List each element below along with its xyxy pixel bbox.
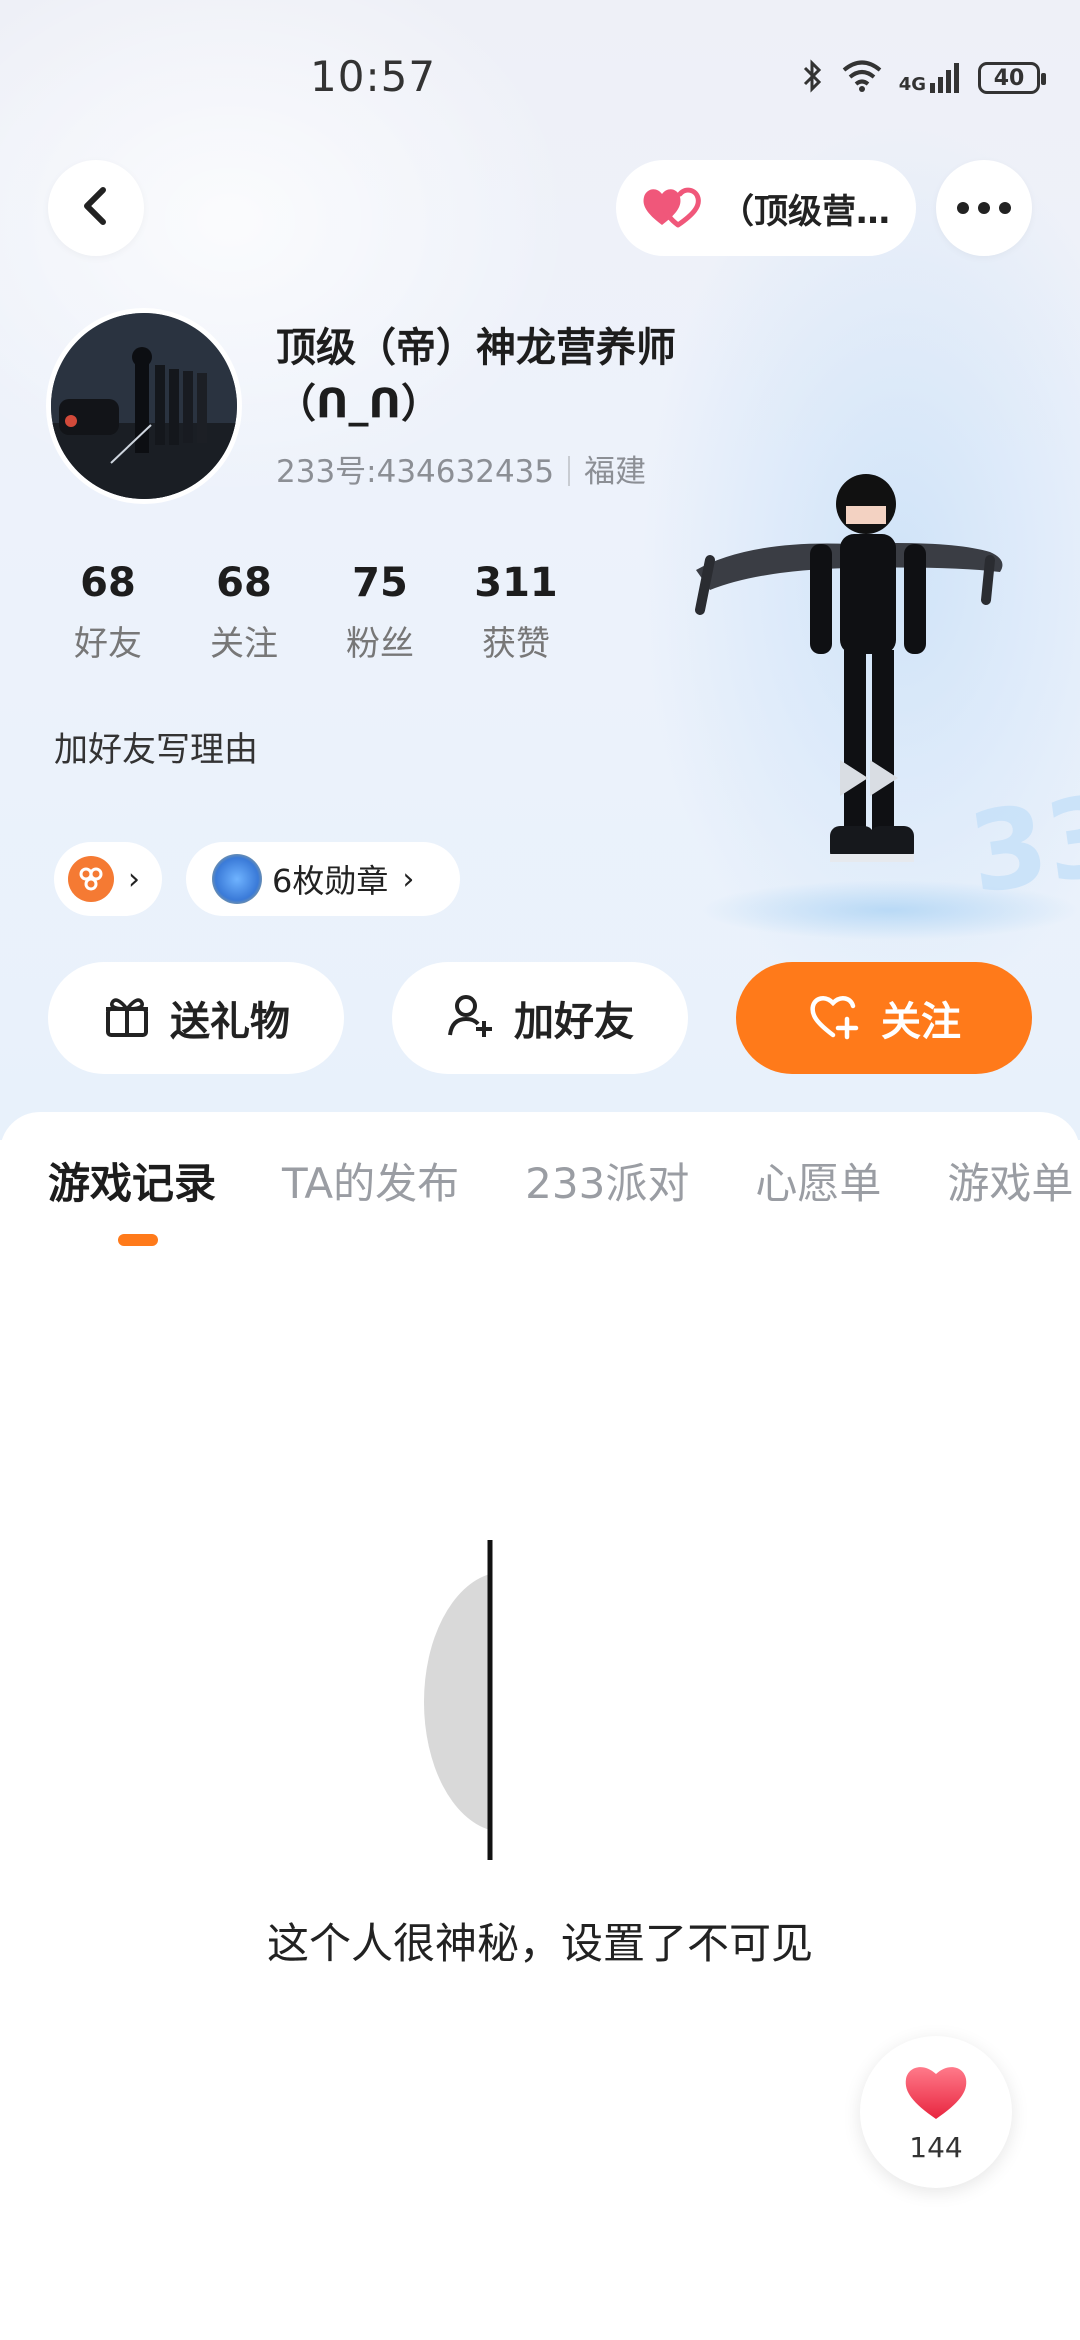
location: 福建 xyxy=(584,454,647,490)
companion-pill-button[interactable]: （顶级营… xyxy=(616,160,916,256)
battery-level: 40 xyxy=(993,65,1025,91)
more-dots-icon xyxy=(957,202,1011,214)
stat-value: 68 xyxy=(216,560,272,606)
companion-pill-label: （顶级营… xyxy=(720,191,890,232)
heart-icon xyxy=(901,2061,971,2127)
gift-icon xyxy=(102,991,152,1045)
tab-game-list[interactable]: 游戏单 xyxy=(947,1150,1073,1211)
user-id[interactable]: 233号:434632435 xyxy=(276,454,554,490)
profile-bio: 加好友写理由 xyxy=(54,730,258,770)
status-time: 10:57 xyxy=(310,52,437,101)
tab-game-records[interactable]: 游戏记录 xyxy=(48,1150,216,1211)
network-type-label: 4G xyxy=(898,74,926,95)
chevron-right-icon: › xyxy=(402,861,415,897)
tab-party[interactable]: 233派对 xyxy=(525,1150,689,1211)
signal-icon: 4G xyxy=(899,61,962,95)
follow-label: 关注 xyxy=(881,999,961,1045)
medal-icon xyxy=(212,854,262,904)
stat-value: 68 xyxy=(80,560,136,606)
stat-value: 75 xyxy=(352,560,408,606)
like-count: 144 xyxy=(909,2130,963,2164)
stat-label: 关注 xyxy=(210,624,278,664)
avatar-character-illustration xyxy=(690,460,1020,920)
stat-label: 粉丝 xyxy=(346,624,414,664)
tab-wishlist[interactable]: 心愿单 xyxy=(755,1150,881,1211)
bluetooth-icon xyxy=(801,58,825,98)
stat-value: 311 xyxy=(474,560,558,606)
badges-chip[interactable]: 6枚勋章 › xyxy=(186,842,460,916)
send-gift-label: 送礼物 xyxy=(170,999,290,1045)
heart-plus-icon xyxy=(807,991,863,1045)
double-heart-icon xyxy=(640,183,702,233)
battery-icon: 40 xyxy=(978,62,1046,94)
status-icons: 4G 40 xyxy=(801,56,1046,100)
group-chip[interactable]: › xyxy=(54,842,162,916)
more-button[interactable] xyxy=(936,160,1032,256)
tab-posts[interactable]: TA的发布 xyxy=(282,1150,459,1211)
empty-state-illustration xyxy=(410,1540,530,1860)
add-user-icon xyxy=(446,991,496,1045)
chevron-right-icon: › xyxy=(128,861,140,897)
add-friend-label: 加好友 xyxy=(514,999,634,1045)
back-button[interactable] xyxy=(48,160,144,256)
send-gift-button[interactable]: 送礼物 xyxy=(48,962,344,1074)
stat-friends[interactable]: 68 好友 xyxy=(40,560,176,665)
badges-count-label: 6枚勋章 xyxy=(272,862,389,900)
profile-name-line1: 顶级（帝）神龙营养师 xyxy=(276,325,676,371)
group-icon xyxy=(68,856,114,902)
stat-fans[interactable]: 75 粉丝 xyxy=(312,560,448,665)
stat-following[interactable]: 68 关注 xyxy=(176,560,312,665)
add-friend-button[interactable]: 加好友 xyxy=(392,962,688,1074)
stat-likes[interactable]: 311 获赞 xyxy=(448,560,584,665)
empty-state-message: 这个人很神秘，设置了不可见 xyxy=(266,1919,813,1968)
active-tab-indicator xyxy=(118,1234,158,1246)
stat-label: 好友 xyxy=(74,624,142,664)
wifi-icon xyxy=(841,59,883,97)
stat-label: 获赞 xyxy=(482,624,550,664)
profile-tabs: 游戏记录 TA的发布 233派对 心愿单 游戏单 xyxy=(48,1150,1073,1211)
profile-id-line: 233号:434632435 福建 xyxy=(276,446,646,491)
chevron-left-icon xyxy=(79,186,113,230)
avatar[interactable] xyxy=(46,308,242,504)
divider xyxy=(568,456,571,486)
follow-button[interactable]: 关注 xyxy=(736,962,1032,1074)
profile-name-line2: （ᑎ_ᑎ） xyxy=(276,381,441,427)
stats-row: 68 好友 68 关注 75 粉丝 311 获赞 xyxy=(40,560,584,665)
like-button[interactable]: 144 xyxy=(860,2036,1012,2188)
profile-name: 顶级（帝）神龙营养师 （ᑎ_ᑎ） xyxy=(276,320,676,432)
